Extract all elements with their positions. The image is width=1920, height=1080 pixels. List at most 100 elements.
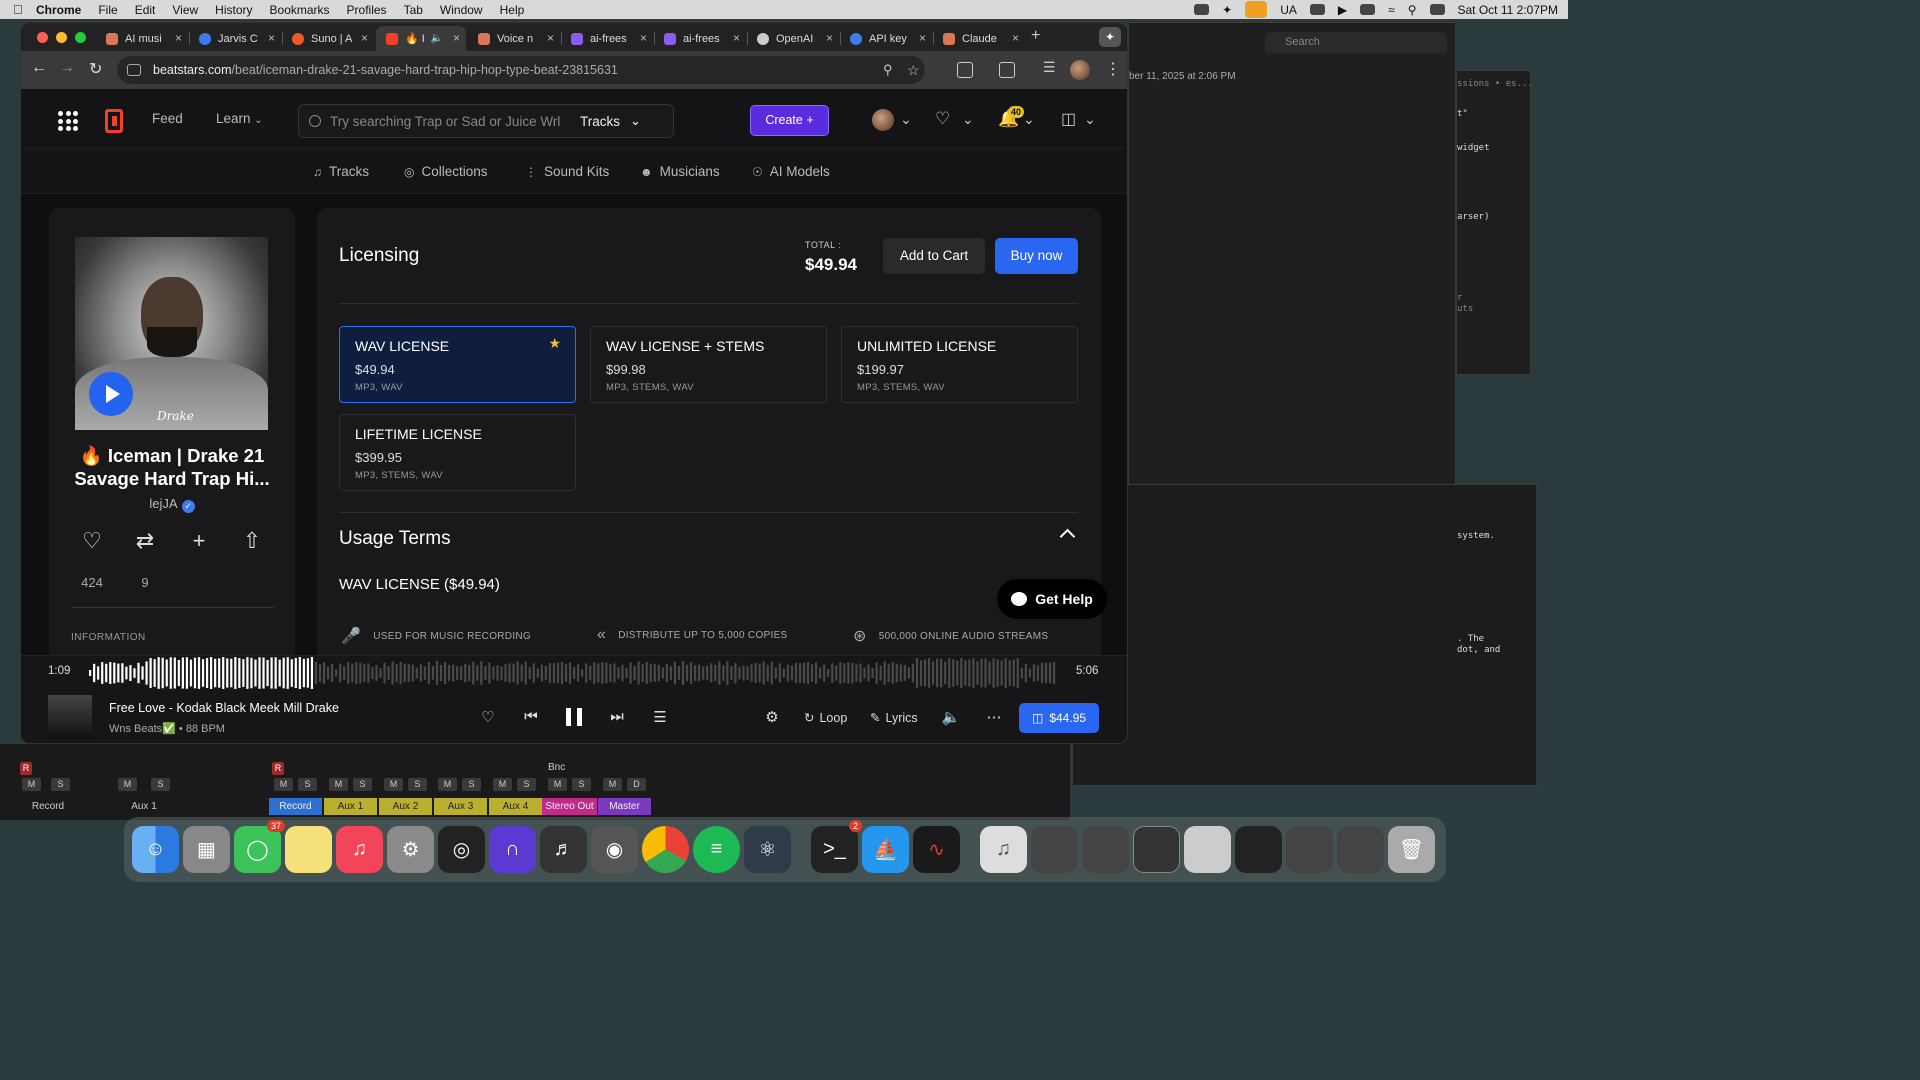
more-options-icon[interactable]: ⋯ xyxy=(983,708,1005,726)
play-button[interactable] xyxy=(89,372,133,416)
close-tab-icon[interactable]: × xyxy=(175,31,182,45)
browser-tab[interactable]: ai-frees × xyxy=(654,26,746,51)
music-file-icon[interactable]: ♫ xyxy=(980,826,1027,873)
app-menu[interactable]: Chrome xyxy=(36,3,81,17)
zoom-window-icon[interactable] xyxy=(75,32,86,43)
mute-button[interactable]: M xyxy=(438,778,457,791)
heart-icon[interactable]: ♡ xyxy=(477,708,499,726)
apple-menu-icon[interactable]:  xyxy=(0,2,36,17)
solo-button[interactable]: S xyxy=(517,778,536,791)
now-playing-subtitle[interactable]: Wns Beats✅ • 88 BPM xyxy=(109,722,225,735)
browser-tab[interactable]: API key × xyxy=(840,26,932,51)
minimized-window-icon[interactable] xyxy=(1337,826,1384,873)
menu-window[interactable]: Window xyxy=(440,3,483,17)
equalizer-icon[interactable]: ⚙ xyxy=(761,708,783,726)
solo-button[interactable]: S xyxy=(51,778,70,791)
minimized-window-icon[interactable] xyxy=(1286,826,1333,873)
sparkle-icon[interactable]: ✦ xyxy=(1222,3,1232,17)
close-tab-icon[interactable]: × xyxy=(547,31,554,45)
minimized-window-icon[interactable] xyxy=(1133,826,1180,873)
license-option-wav[interactable]: WAV LICENSE $49.94 MP3, WAV ★ xyxy=(339,326,576,403)
site-search[interactable]: Try searching Trap or Sad or Juice Wrl T… xyxy=(298,104,674,138)
chrome-menu-icon[interactable]: ⋮ xyxy=(1105,59,1121,79)
address-bar[interactable]: beatstars.com/beat/iceman-drake-21-savag… xyxy=(117,56,925,84)
subnav-ai-models[interactable]: ☉ AI Models xyxy=(752,164,830,179)
now-playing-artwork[interactable] xyxy=(48,695,92,739)
gemini-icon[interactable]: ✦ xyxy=(1099,27,1121,47)
browser-tab[interactable]: Claude × xyxy=(933,26,1025,51)
vpn-icon[interactable] xyxy=(1309,4,1325,15)
profile-avatar[interactable] xyxy=(1070,60,1090,80)
minimized-window-icon[interactable] xyxy=(1235,826,1282,873)
microphone-icon[interactable] xyxy=(1245,1,1268,18)
back-icon[interactable]: ← xyxy=(31,59,47,77)
menu-tab[interactable]: Tab xyxy=(404,3,423,17)
solo-button[interactable]: S xyxy=(298,778,317,791)
pause-icon[interactable] xyxy=(566,708,582,726)
mute-button[interactable]: M xyxy=(22,778,41,791)
apps-grid-icon[interactable] xyxy=(58,111,78,131)
bg-search-field[interactable]: Search xyxy=(1265,32,1447,53)
solo-button[interactable]: S xyxy=(462,778,481,791)
volume-icon[interactable]: 🔈 xyxy=(940,708,962,726)
channel-stereo-out[interactable]: Stereo Out xyxy=(542,798,597,815)
close-tab-icon[interactable]: × xyxy=(268,31,275,45)
status-icon[interactable] xyxy=(1194,4,1210,15)
subnav-musicians[interactable]: ☻ Musicians xyxy=(640,164,720,179)
mute-button[interactable]: M xyxy=(493,778,512,791)
close-window-icon[interactable] xyxy=(37,32,48,43)
minimize-window-icon[interactable] xyxy=(56,32,67,43)
previous-track-icon[interactable]: ⏮ xyxy=(520,708,542,725)
subnav-collections[interactable]: ◎ Collections xyxy=(404,164,488,179)
menu-file[interactable]: File xyxy=(98,3,117,17)
mute-button[interactable]: M xyxy=(603,778,622,791)
subnav-sound-kits[interactable]: ⋮ Sound Kits xyxy=(525,164,609,179)
queue-icon[interactable]: ☰ xyxy=(649,708,671,726)
chevron-down-icon[interactable]: ⌄ xyxy=(900,111,912,128)
license-option-unlimited[interactable]: UNLIMITED LICENSE $199.97 MP3, STEMS, WA… xyxy=(841,326,1078,403)
beatstars-logo[interactable] xyxy=(105,109,123,133)
get-help-button[interactable]: Get Help xyxy=(997,579,1107,619)
chevron-up-icon[interactable] xyxy=(1059,528,1076,545)
finder-icon[interactable]: ☺ xyxy=(132,826,179,873)
solo-button[interactable]: S xyxy=(408,778,427,791)
wifi-icon[interactable]: ≈ xyxy=(1388,3,1395,17)
spotlight-icon[interactable]: ⚲ xyxy=(1408,3,1417,17)
extensions-icon[interactable] xyxy=(957,62,973,78)
beat-cover-art[interactable]: Drake xyxy=(75,237,268,430)
menu-bookmarks[interactable]: Bookmarks xyxy=(270,3,330,17)
menu-edit[interactable]: Edit xyxy=(135,3,156,17)
docker-icon[interactable]: ⛵ xyxy=(862,826,909,873)
browser-tab[interactable]: Voice n × xyxy=(468,26,560,51)
electron-icon[interactable]: ⚛ xyxy=(744,826,791,873)
browser-tab[interactable]: ai-frees × xyxy=(561,26,653,51)
logic-icon[interactable]: ◎ xyxy=(438,826,485,873)
now-playing-title[interactable]: Free Love - Kodak Black Meek Mill Drake xyxy=(109,701,339,715)
add-to-playlist-icon[interactable]: + xyxy=(184,528,214,554)
bookmark-star-icon[interactable]: ☆ xyxy=(907,62,920,79)
create-button[interactable]: Create + xyxy=(750,105,829,136)
solo-button[interactable]: S xyxy=(353,778,372,791)
close-tab-icon[interactable]: × xyxy=(826,31,833,45)
chevron-down-icon[interactable]: ⌄ xyxy=(1084,111,1096,128)
chevron-down-icon[interactable]: ⌄ xyxy=(962,111,974,128)
battery-icon[interactable] xyxy=(1360,4,1376,15)
buy-price-button[interactable]: ◫ $44.95 xyxy=(1019,703,1099,733)
nav-learn[interactable]: Learn ⌄ xyxy=(216,111,263,126)
repost-icon[interactable]: ⇄ xyxy=(130,528,160,554)
messages-icon[interactable]: ◯ 37 xyxy=(234,820,285,873)
solo-button[interactable]: S xyxy=(151,778,170,791)
cast-icon[interactable] xyxy=(999,62,1015,78)
input-language[interactable]: UA xyxy=(1280,3,1297,17)
user-avatar[interactable] xyxy=(872,109,894,131)
new-tab-icon[interactable]: + xyxy=(1031,27,1040,45)
notes-icon[interactable] xyxy=(285,826,332,873)
browser-tab-active[interactable]: 🔥 I 🔈 × xyxy=(376,26,466,51)
trash-icon[interactable]: 🗑 xyxy=(1388,826,1435,873)
waveform-seekbar[interactable] xyxy=(89,656,1057,690)
spotify-icon[interactable]: ≡ xyxy=(693,826,740,873)
lyrics-button[interactable]: ✎ Lyrics xyxy=(870,710,918,726)
mute-button[interactable]: M xyxy=(384,778,403,791)
buy-now-button[interactable]: Buy now xyxy=(995,238,1078,274)
license-option-lifetime[interactable]: LIFETIME LICENSE $399.95 MP3, STEMS, WAV xyxy=(339,414,576,491)
